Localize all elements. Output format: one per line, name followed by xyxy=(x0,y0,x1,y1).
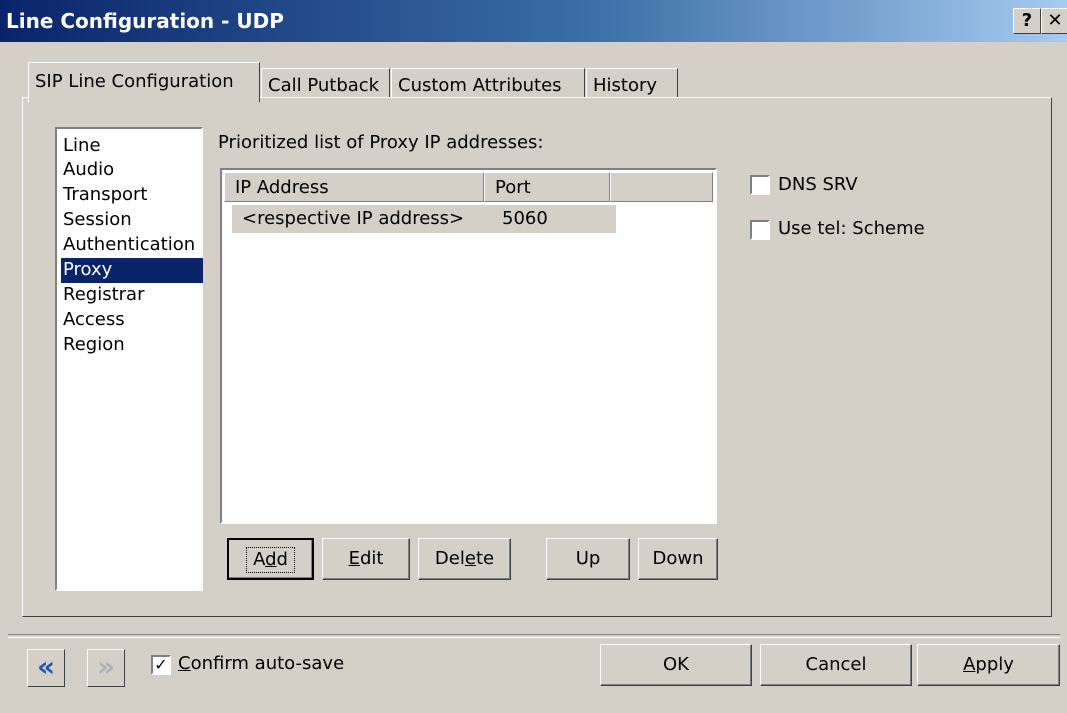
nav-item-region[interactable]: Region xyxy=(61,333,203,358)
category-list[interactable]: Line Audio Transport Session Authenticat… xyxy=(55,127,203,591)
down-button[interactable]: Down xyxy=(638,538,718,580)
column-header-blank[interactable] xyxy=(610,172,713,202)
cancel-button[interactable]: Cancel xyxy=(760,644,912,686)
apply-button[interactable]: Apply xyxy=(917,644,1060,686)
add-button[interactable]: Add xyxy=(227,538,314,580)
cell-port: 5060 xyxy=(492,205,616,233)
dns-srv-label: DNS SRV xyxy=(778,174,858,195)
forward-arrow-icon[interactable]: » xyxy=(87,649,125,687)
tab-sip-line-configuration[interactable]: SIP Line Configuration xyxy=(28,62,260,102)
nav-item-access[interactable]: Access xyxy=(61,308,203,333)
proxy-list[interactable]: IP Address Port <respective IP address> … xyxy=(220,168,717,524)
confirm-auto-save-label: Confirm auto-save xyxy=(178,653,345,674)
confirm-auto-save-checkbox[interactable]: ✓ xyxy=(151,655,171,675)
help-button[interactable]: ? xyxy=(1013,8,1041,34)
up-button[interactable]: Up xyxy=(546,538,630,580)
column-header-ip-address[interactable]: IP Address xyxy=(224,172,484,202)
delete-button[interactable]: Delete xyxy=(418,538,511,580)
nav-item-authentication[interactable]: Authentication xyxy=(61,233,203,258)
use-tel-scheme-label: Use tel: Scheme xyxy=(778,218,925,239)
ok-button[interactable]: OK xyxy=(600,644,752,686)
nav-item-proxy[interactable]: Proxy xyxy=(61,258,203,283)
back-arrow-icon[interactable]: « xyxy=(27,649,65,687)
nav-item-transport[interactable]: Transport xyxy=(61,183,203,208)
nav-item-audio[interactable]: Audio xyxy=(61,158,203,183)
nav-item-line[interactable]: Line xyxy=(61,134,203,159)
nav-item-session[interactable]: Session xyxy=(61,208,203,233)
column-header-port[interactable]: Port xyxy=(484,172,610,202)
close-button[interactable]: ✕ xyxy=(1041,8,1067,34)
footer-separator xyxy=(8,634,1060,638)
proxy-list-label: Prioritized list of Proxy IP addresses: xyxy=(218,132,544,153)
edit-button[interactable]: Edit xyxy=(322,538,410,580)
dns-srv-checkbox[interactable] xyxy=(750,175,770,195)
title-bar: Line Configuration - UDP ? ✕ xyxy=(0,0,1067,42)
cell-ip-address: <respective IP address> xyxy=(232,205,492,233)
window-title: Line Configuration - UDP xyxy=(6,9,284,33)
nav-item-registrar[interactable]: Registrar xyxy=(61,283,203,308)
use-tel-scheme-checkbox[interactable] xyxy=(750,220,770,240)
